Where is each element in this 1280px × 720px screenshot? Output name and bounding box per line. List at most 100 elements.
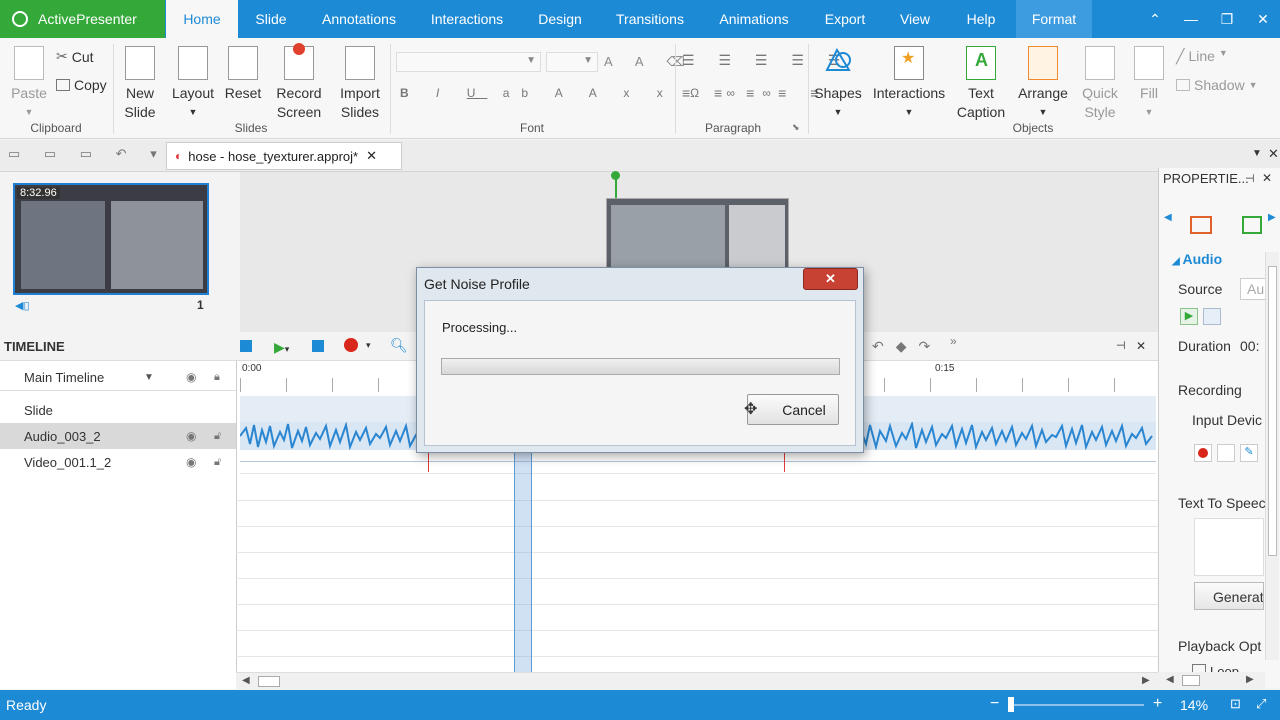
main-timeline-row[interactable]: Main Timeline ▼ ◉ 🔒︎ [0, 364, 236, 390]
lock-icon[interactable]: 🔒︎ [214, 371, 220, 384]
font-size-select[interactable]: ▼ [546, 52, 598, 72]
shapes-button[interactable]: Shapes ▼ [812, 46, 864, 122]
minimize-icon[interactable]: — [1176, 8, 1206, 30]
tab-slide[interactable]: Slide [246, 0, 296, 38]
timeline-scrollbar[interactable]: ◀ ▶ [236, 672, 1158, 690]
properties-hscrollbar[interactable]: ◀ ▶ [1158, 672, 1265, 690]
audio-section-header[interactable]: ◢ Audio [1172, 251, 1222, 267]
eye-icon[interactable]: ◉ [186, 370, 196, 384]
quick-style-button[interactable]: Quick Style [1076, 46, 1124, 122]
document-tab[interactable]: ◐ hose - hose_tyexturer.approj* ✕ [166, 142, 402, 170]
properties-tab-icon[interactable] [1190, 216, 1212, 234]
more-icon[interactable]: » [950, 334, 957, 348]
slide-thumbnail[interactable]: 8:32.96 [13, 183, 209, 295]
chevron-down-icon[interactable]: ▼ [144, 372, 154, 383]
marker[interactable] [784, 452, 785, 472]
fill-button[interactable]: Fill ▼ [1130, 46, 1168, 122]
stop-icon[interactable] [1203, 308, 1221, 325]
paste-button[interactable]: Paste ▼ [8, 46, 50, 122]
align-buttons[interactable]: ≡ ≡ ≡ ≡ ≡ [682, 85, 828, 101]
record-screen-button[interactable]: Record Screen [270, 43, 328, 122]
shadow-checkbox[interactable]: Shadow ▼ [1176, 77, 1258, 93]
dialog-launcher-icon[interactable]: ⬊ [792, 122, 800, 133]
eye-icon[interactable]: ◉ [186, 429, 196, 443]
lock-icon[interactable]: 🔓︎ [214, 456, 221, 469]
scroll-right-icon[interactable]: ▶ [1246, 674, 1254, 685]
zoom-icon[interactable]: 🔍︎ [390, 337, 408, 354]
slide-track-row[interactable]: Slide [0, 397, 236, 423]
fullscreen-icon[interactable]: ⤢ [1256, 696, 1266, 712]
scroll-left-icon[interactable]: ◀ [1166, 674, 1174, 685]
reset-button[interactable]: Reset [222, 46, 264, 103]
tab-design[interactable]: Design [528, 0, 592, 38]
dialog-close-icon[interactable]: ✕ [803, 268, 858, 290]
copy-button[interactable]: Copy [56, 77, 107, 93]
scroll-left-icon[interactable]: ◀ [1164, 212, 1172, 223]
restore-icon[interactable]: ❐ [1212, 8, 1242, 30]
eye-icon[interactable]: ◉ [186, 455, 196, 469]
record-icon[interactable] [1194, 444, 1212, 462]
close-timeline-icon[interactable]: ✕ [1136, 339, 1146, 353]
scroll-left-icon[interactable]: ◀ [242, 675, 250, 686]
tab-transitions[interactable]: Transitions [608, 0, 692, 38]
tab-home[interactable]: Home [166, 0, 238, 38]
tab-view[interactable]: View [890, 0, 940, 38]
cancel-button[interactable]: Cancel [747, 394, 839, 425]
clipboard-group-label: Clipboard [30, 121, 82, 135]
video-track[interactable] [240, 450, 1156, 474]
tts-textarea[interactable] [1194, 518, 1264, 576]
pin-icon[interactable]: ⊣ [1116, 339, 1126, 352]
cut-button[interactable]: ✂ Cut [56, 48, 94, 65]
scrollbar-thumb[interactable] [1268, 266, 1277, 556]
properties-tab-icon[interactable] [1242, 216, 1262, 234]
timeline-tool-icons[interactable]: ↶◆↷ [872, 338, 942, 355]
scrollbar-thumb[interactable] [258, 676, 280, 687]
close-document-icon[interactable]: ✕ [1268, 146, 1279, 162]
select-all-icon[interactable] [240, 340, 252, 352]
chevron-down-icon[interactable]: ▾ [366, 340, 371, 351]
scroll-right-icon[interactable]: ▶ [1268, 212, 1276, 223]
marker[interactable] [428, 452, 429, 472]
scroll-right-icon[interactable]: ▶ [1142, 675, 1150, 686]
font-family-select[interactable]: ▼ [396, 52, 541, 72]
record-icon[interactable] [344, 338, 358, 352]
close-tab-icon[interactable]: ✕ [366, 148, 377, 164]
pin-icon[interactable]: ⊣ [1245, 172, 1255, 185]
slides-group-label: Slides [234, 121, 268, 135]
interactions-button[interactable]: ★ Interactions ▼ [870, 46, 948, 122]
import-slides-button[interactable]: Import Slides [332, 46, 388, 122]
zoom-slider-thumb[interactable] [1008, 697, 1014, 712]
scrollbar-thumb[interactable] [1182, 675, 1200, 686]
play-icon[interactable]: ▶▾ [274, 339, 289, 356]
tab-animations[interactable]: Animations [708, 0, 800, 38]
generate-button[interactable]: Generat [1194, 582, 1264, 610]
tab-annotations[interactable]: Annotations [312, 0, 406, 38]
zoom-slider[interactable] [1012, 704, 1144, 706]
video-track-row[interactable]: Video_001.1_2 ◉ 🔓︎ [0, 449, 236, 475]
line-button[interactable]: ╱ Line ▼ [1176, 48, 1228, 65]
lock-icon[interactable]: 🔓︎ [214, 430, 221, 443]
audio-track-row[interactable]: Audio_003_2 ◉ 🔓︎ [0, 423, 236, 449]
microphone-icon[interactable]: ✎ [1240, 444, 1258, 462]
zoom-in-icon[interactable]: + [1153, 695, 1162, 713]
stop-icon[interactable] [312, 340, 324, 352]
tab-export[interactable]: Export [816, 0, 874, 38]
zoom-out-icon[interactable]: − [990, 695, 999, 713]
source-select[interactable]: Au [1240, 278, 1268, 300]
text-caption-button[interactable]: A Text Caption [952, 46, 1010, 122]
close-panel-icon[interactable]: ✕ [1262, 171, 1272, 185]
play-icon[interactable]: ▶ [1180, 308, 1198, 325]
close-icon[interactable]: ✕ [1248, 8, 1278, 30]
properties-scrollbar[interactable] [1265, 252, 1279, 660]
new-slide-button[interactable]: New Slide [116, 46, 164, 122]
rotate-handle-knob[interactable] [611, 171, 620, 180]
collapse-ribbon-icon[interactable]: ⌃ [1140, 8, 1170, 30]
tab-list-icon[interactable]: ▼ [1252, 148, 1262, 159]
tab-format[interactable]: Format [1016, 0, 1092, 38]
tab-interactions[interactable]: Interactions [422, 0, 512, 38]
fit-icon[interactable]: ⊡ [1230, 696, 1241, 712]
stop-record-icon[interactable] [1217, 444, 1235, 462]
arrange-button[interactable]: Arrange ▼ [1014, 46, 1072, 122]
layout-button[interactable]: Layout ▼ [170, 46, 216, 122]
tab-help[interactable]: Help [956, 0, 1006, 38]
